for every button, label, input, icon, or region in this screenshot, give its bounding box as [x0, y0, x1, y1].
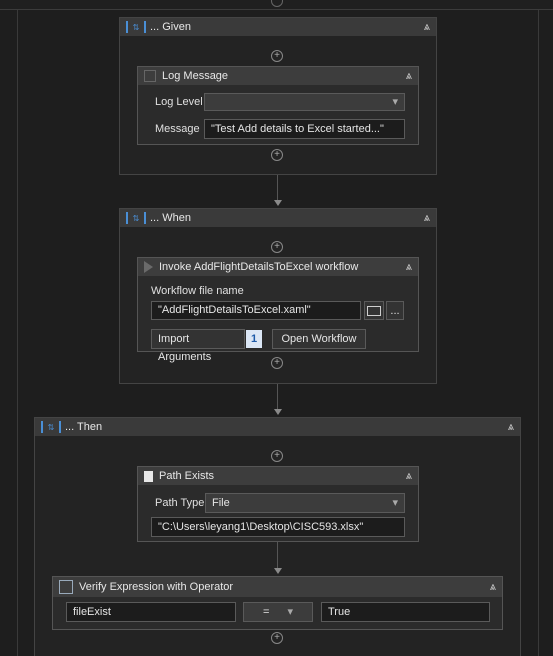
folder-browse-button[interactable]: [364, 301, 384, 320]
operator-value: =: [263, 606, 270, 618]
path-type-dropdown[interactable]: File ▾: [205, 493, 405, 513]
add-activity-icon[interactable]: +: [271, 450, 283, 462]
right-expression-field[interactable]: True: [321, 602, 490, 622]
path-type-label: Path Type: [155, 497, 205, 509]
dropdown-icon: ▾: [287, 606, 293, 618]
then-title: ... Then: [65, 421, 103, 433]
import-arguments-count-badge: 1: [246, 330, 262, 348]
log-level-dropdown[interactable]: ▾: [204, 93, 405, 111]
sequence-icon: ⇅: [41, 421, 61, 433]
collapse-icon[interactable]: ⩓: [406, 470, 412, 483]
path-exists-header[interactable]: Path Exists ⩓: [138, 467, 418, 485]
collapse-icon[interactable]: ⩓: [490, 581, 496, 594]
path-exists-title: Path Exists: [159, 470, 215, 482]
collapse-icon[interactable]: ⩓: [424, 212, 430, 225]
dropdown-icon: ▾: [392, 96, 398, 108]
message-field[interactable]: "Test Add details to Excel started...": [204, 119, 405, 139]
connector-arrow: [274, 409, 282, 415]
canvas-right-edge: [538, 10, 539, 656]
when-title: ... When: [150, 212, 191, 224]
add-activity-icon[interactable]: +: [271, 50, 283, 62]
log-level-label: Log Level: [155, 96, 203, 108]
connector-arrow: [274, 568, 282, 574]
when-header[interactable]: ⇅ ... When ⩓: [120, 209, 436, 227]
connector-line: [277, 175, 278, 201]
collapse-icon[interactable]: ⩓: [424, 21, 430, 34]
invoke-icon: [144, 261, 153, 273]
collapse-icon[interactable]: ⩓: [406, 261, 412, 274]
verify-header[interactable]: Verify Expression with Operator ⩓: [53, 577, 502, 597]
file-icon: [144, 470, 153, 482]
add-activity-icon[interactable]: +: [271, 149, 283, 161]
invoke-header[interactable]: Invoke AddFlightDetailsToExcel workflow …: [138, 258, 418, 276]
more-options-button[interactable]: ...: [386, 301, 404, 320]
log-icon: [144, 70, 156, 82]
collapse-icon[interactable]: ⩓: [508, 421, 514, 434]
verify-title: Verify Expression with Operator: [79, 581, 234, 593]
checkbox-icon: [59, 580, 73, 594]
sequence-icon: ⇅: [126, 212, 146, 224]
connector-arrow: [274, 200, 282, 206]
collapse-icon[interactable]: ⩓: [406, 70, 412, 83]
given-header[interactable]: ⇅ ... Given ⩓: [120, 18, 436, 36]
canvas-left-edge: [17, 10, 18, 656]
folder-icon: [367, 305, 381, 316]
open-workflow-button[interactable]: Open Workflow: [272, 329, 366, 349]
add-activity-icon[interactable]: +: [271, 241, 283, 253]
message-label: Message: [155, 123, 200, 135]
sequence-icon: ⇅: [126, 21, 146, 33]
path-type-value: File: [212, 497, 230, 509]
connector-line: [277, 542, 278, 569]
import-arguments-button[interactable]: Import Arguments: [151, 329, 245, 363]
then-header[interactable]: ⇅ ... Then ⩓: [35, 418, 520, 436]
operator-dropdown[interactable]: = ▾: [243, 602, 313, 622]
path-field[interactable]: "C:\Users\leyang1\Desktop\CISC593.xlsx": [151, 517, 405, 537]
workflow-file-field[interactable]: "AddFlightDetailsToExcel.xaml": [151, 301, 361, 320]
add-activity-icon[interactable]: +: [271, 632, 283, 644]
left-expression-field[interactable]: fileExist: [66, 602, 236, 622]
given-title: ... Given: [150, 21, 191, 33]
workflow-file-name-label: Workflow file name: [151, 285, 244, 297]
log-message-header[interactable]: Log Message ⩓: [138, 67, 418, 85]
dropdown-icon: ▾: [392, 497, 398, 509]
add-activity-icon[interactable]: +: [271, 357, 283, 369]
log-message-title: Log Message: [162, 70, 229, 82]
invoke-title: Invoke AddFlightDetailsToExcel workflow: [159, 261, 359, 273]
connector-line: [277, 384, 278, 410]
